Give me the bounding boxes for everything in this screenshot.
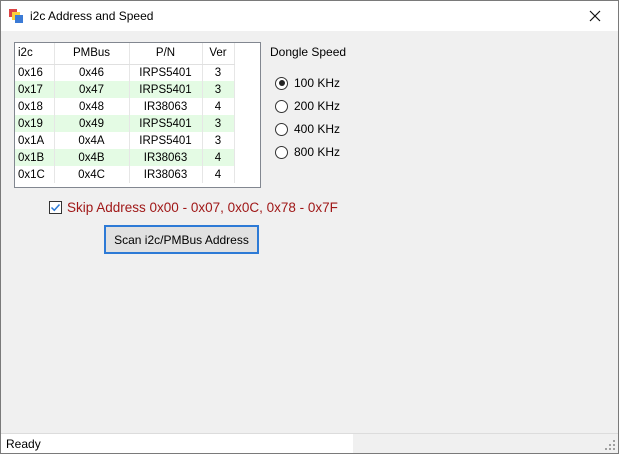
cell-pn: IRPS5401 — [129, 115, 203, 132]
cell-ver: 3 — [202, 81, 235, 98]
cell-pmbus: 0x48 — [54, 98, 130, 115]
cell-pmbus: 0x47 — [54, 81, 130, 98]
scan-address-button[interactable]: Scan i2c/PMBus Address — [104, 225, 259, 254]
table-row[interactable]: 0x16 0x46 IRPS5401 3 — [15, 64, 235, 81]
table-row[interactable]: 0x17 0x47 IRPS5401 3 — [15, 81, 235, 98]
client-area: i2c PMBus P/N Ver 0x16 0x46 IRPS5401 3 0… — [1, 31, 618, 433]
cell-pn: IRPS5401 — [129, 132, 203, 149]
table-row[interactable]: 0x1B 0x4B IR38063 4 — [15, 149, 235, 166]
window-title: i2c Address and Speed — [30, 9, 154, 23]
grid-header-row: i2c PMBus P/N Ver — [15, 43, 235, 65]
radio-100khz[interactable]: 100 KHz — [275, 76, 340, 90]
status-panel — [1, 434, 353, 453]
cell-ver: 3 — [202, 115, 235, 132]
cell-ver: 3 — [202, 64, 235, 81]
cell-ver: 4 — [202, 166, 235, 183]
cell-i2c: 0x1A — [15, 132, 55, 149]
cell-ver: 4 — [202, 149, 235, 166]
cell-ver: 4 — [202, 98, 235, 115]
cell-pmbus: 0x4A — [54, 132, 130, 149]
checkbox-icon[interactable] — [49, 201, 62, 214]
main-window: i2c Address and Speed i2c PMBus P/N Ver — [0, 0, 619, 454]
radio-button-icon[interactable] — [275, 99, 288, 113]
cell-ver: 3 — [202, 132, 235, 149]
column-header-i2c[interactable]: i2c — [15, 43, 55, 65]
resize-grip-icon[interactable] — [604, 439, 616, 451]
radio-label: 400 KHz — [294, 122, 341, 136]
radio-label: 100 KHz — [294, 76, 341, 90]
cell-pn: IRPS5401 — [129, 64, 203, 81]
cell-pn: IR38063 — [129, 149, 203, 166]
address-grid[interactable]: i2c PMBus P/N Ver 0x16 0x46 IRPS5401 3 0… — [14, 42, 261, 188]
status-text: Ready — [6, 437, 41, 451]
cell-i2c: 0x19 — [15, 115, 55, 132]
cell-pmbus: 0x49 — [54, 115, 130, 132]
status-bar: Ready — [1, 433, 618, 453]
cell-pn: IR38063 — [129, 98, 203, 115]
cell-i2c: 0x1B — [15, 149, 55, 166]
radio-400khz[interactable]: 400 KHz — [275, 122, 340, 136]
app-icon — [9, 9, 23, 23]
cell-i2c: 0x17 — [15, 81, 55, 98]
column-header-ver[interactable]: Ver — [202, 43, 235, 65]
radio-button-icon[interactable] — [275, 76, 288, 90]
cell-i2c: 0x1C — [15, 166, 55, 183]
cell-pn: IRPS5401 — [129, 81, 203, 98]
radio-label: 800 KHz — [294, 145, 341, 159]
table-row[interactable]: 0x18 0x48 IR38063 4 — [15, 98, 235, 115]
radio-200khz[interactable]: 200 KHz — [275, 99, 340, 113]
table-row[interactable]: 0x1C 0x4C IR38063 4 — [15, 166, 235, 183]
table-row[interactable]: 0x19 0x49 IRPS5401 3 — [15, 115, 235, 132]
checkmark-icon — [50, 203, 61, 212]
dongle-speed-label: Dongle Speed — [270, 45, 347, 59]
column-header-pmbus[interactable]: PMBus — [54, 43, 130, 65]
radio-button-icon[interactable] — [275, 145, 288, 159]
skip-address-checkbox[interactable]: Skip Address 0x00 - 0x07, 0x0C, 0x78 - 0… — [49, 200, 338, 215]
cell-pmbus: 0x46 — [54, 64, 130, 81]
address-table: i2c PMBus P/N Ver 0x16 0x46 IRPS5401 3 0… — [15, 43, 235, 183]
skip-address-label: Skip Address 0x00 - 0x07, 0x0C, 0x78 - 0… — [67, 200, 338, 215]
close-icon — [589, 10, 601, 22]
cell-i2c: 0x16 — [15, 64, 55, 81]
cell-i2c: 0x18 — [15, 98, 55, 115]
radio-800khz[interactable]: 800 KHz — [275, 145, 340, 159]
column-header-pn[interactable]: P/N — [129, 43, 203, 65]
close-button[interactable] — [572, 1, 618, 31]
radio-label: 200 KHz — [294, 99, 341, 113]
radio-button-icon[interactable] — [275, 122, 288, 136]
table-row[interactable]: 0x1A 0x4A IRPS5401 3 — [15, 132, 235, 149]
cell-pmbus: 0x4C — [54, 166, 130, 183]
cell-pn: IR38063 — [129, 166, 203, 183]
title-bar: i2c Address and Speed — [1, 1, 618, 31]
cell-pmbus: 0x4B — [54, 149, 130, 166]
